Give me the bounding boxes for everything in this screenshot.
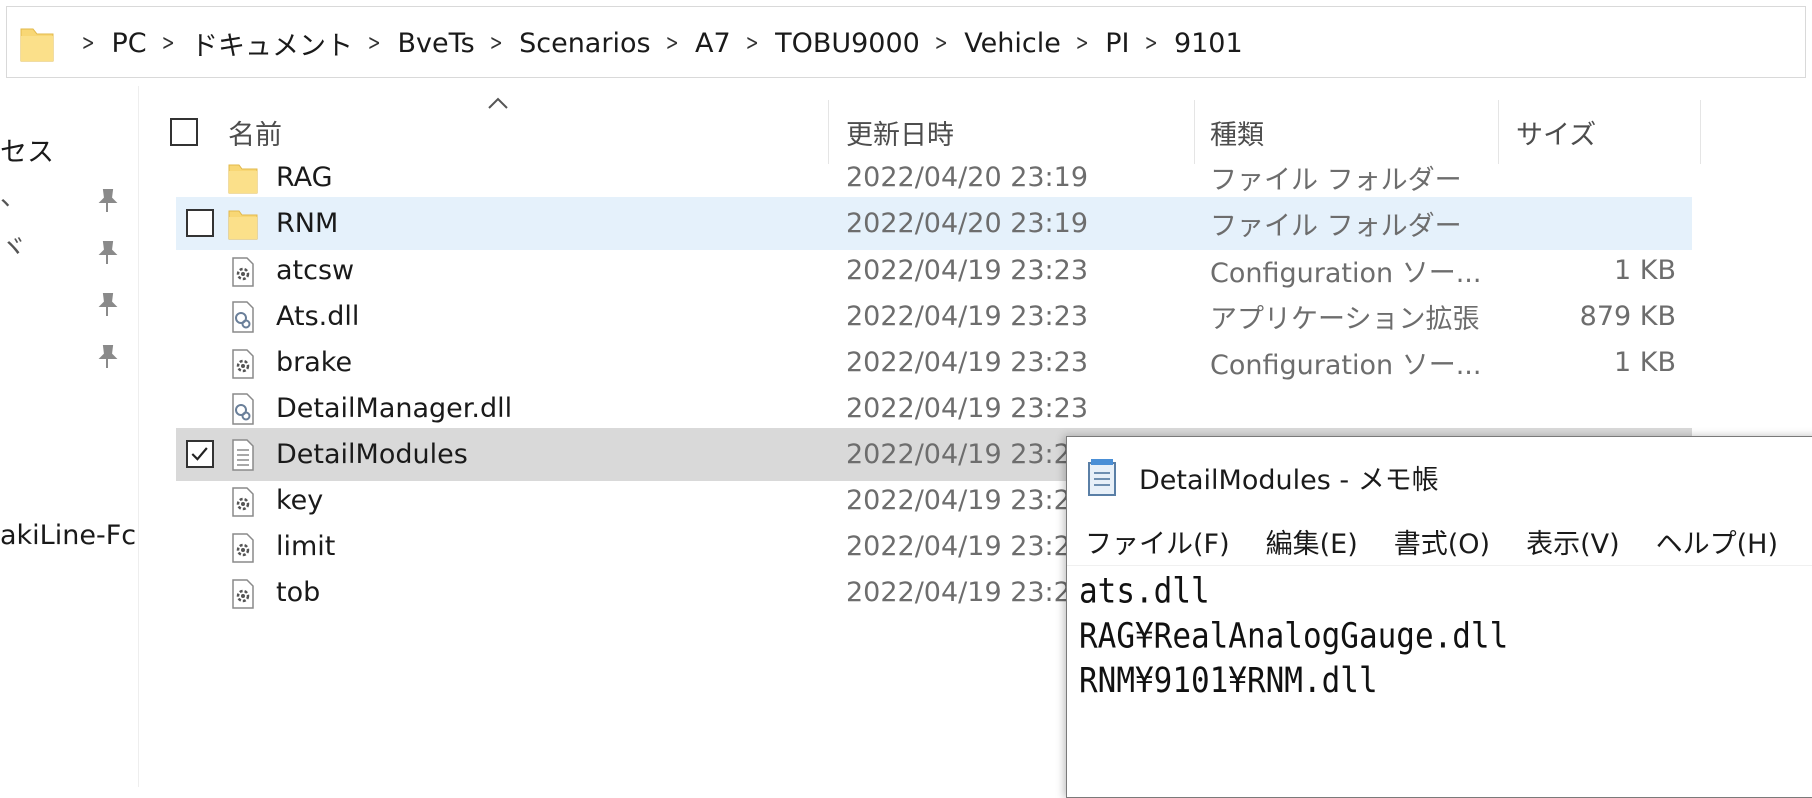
pin-icon[interactable] bbox=[96, 344, 118, 370]
select-all-checkbox[interactable] bbox=[170, 118, 198, 146]
text-file-icon bbox=[228, 436, 258, 474]
notepad-title-bar[interactable]: DetailModules - メモ帳 bbox=[1085, 457, 1439, 497]
config-file-icon bbox=[228, 252, 258, 290]
chevron-right-icon[interactable]: > bbox=[1076, 31, 1089, 56]
chevron-right-icon[interactable]: > bbox=[665, 31, 678, 56]
chevron-right-icon[interactable]: > bbox=[161, 31, 174, 56]
chevron-right-icon[interactable]: > bbox=[368, 31, 381, 56]
notepad-text-area[interactable]: ats.dll RAG¥RealAnalogGauge.dll RNM¥9101… bbox=[1079, 569, 1508, 703]
dll-file-icon bbox=[228, 390, 258, 428]
breadcrumb-item[interactable]: A7 bbox=[695, 28, 731, 59]
menu-file[interactable]: ファイル(F) bbox=[1085, 522, 1230, 561]
nav-item[interactable]: ヾ bbox=[0, 226, 27, 265]
row-checkbox[interactable] bbox=[186, 209, 214, 237]
text-line: ats.dll bbox=[1079, 571, 1210, 612]
pin-icon[interactable] bbox=[96, 240, 118, 266]
file-row[interactable]: RNM 2022/04/20 23:19 ファイル フォルダー bbox=[176, 197, 1692, 250]
menu-view[interactable]: 表示(V) bbox=[1526, 522, 1620, 561]
navigation-pane[interactable]: セス 、 ヾ akiLine-Fc bbox=[0, 86, 139, 787]
nav-quick-access[interactable]: セス bbox=[0, 130, 54, 169]
breadcrumb-item[interactable]: 9101 bbox=[1174, 28, 1243, 59]
folder-icon bbox=[228, 159, 258, 197]
breadcrumb-item[interactable]: PC bbox=[111, 28, 146, 59]
breadcrumb-item[interactable]: Scenarios bbox=[519, 28, 650, 59]
address-bar[interactable]: > PC > ドキュメント > BveTs > Scenarios > A7 > TOBU9000 > V… bbox=[6, 6, 1806, 78]
menu-format[interactable]: 書式(O) bbox=[1394, 522, 1490, 561]
chevron-right-icon[interactable]: > bbox=[745, 31, 758, 56]
notepad-title: DetailModules - メモ帳 bbox=[1139, 464, 1439, 496]
config-file-icon bbox=[228, 574, 258, 612]
breadcrumb: > PC > ドキュメント > BveTs > Scenarios > A7 > TOBU9000 > V… bbox=[67, 7, 1243, 79]
notepad-icon bbox=[1088, 459, 1116, 496]
chevron-right-icon[interactable]: > bbox=[935, 31, 948, 56]
file-name: tob bbox=[276, 577, 321, 608]
breadcrumb-item[interactable]: BveTs bbox=[397, 28, 474, 59]
breadcrumb-item[interactable]: TOBU9000 bbox=[775, 28, 920, 59]
row-checkbox[interactable] bbox=[186, 440, 214, 468]
nav-item[interactable]: 、 bbox=[0, 174, 27, 213]
chevron-right-icon[interactable]: > bbox=[1144, 31, 1157, 56]
notepad-window[interactable]: DetailModules - メモ帳 ファイル(F) 編集(E) 書式(O) … bbox=[1066, 436, 1812, 798]
breadcrumb-item[interactable]: ドキュメント bbox=[191, 24, 353, 63]
config-file-icon bbox=[228, 528, 258, 566]
column-divider[interactable] bbox=[1700, 100, 1701, 164]
config-file-icon bbox=[228, 344, 258, 382]
file-modified: 2022/04/19 23:23 bbox=[846, 577, 1089, 608]
checkmark-icon bbox=[191, 447, 208, 461]
breadcrumb-item[interactable]: PI bbox=[1105, 28, 1129, 59]
text-line: RNM¥9101¥RNM.dll bbox=[1079, 660, 1378, 702]
menu-edit[interactable]: 編集(E) bbox=[1266, 522, 1358, 561]
breadcrumb-item[interactable]: Vehicle bbox=[964, 28, 1061, 59]
pin-icon[interactable] bbox=[96, 188, 118, 214]
file-size bbox=[1426, 197, 1676, 250]
chevron-right-icon[interactable]: > bbox=[82, 31, 95, 56]
file-name: RNM bbox=[276, 208, 339, 239]
file-modified: 2022/04/20 23:19 bbox=[846, 208, 1089, 239]
chevron-right-icon[interactable]: > bbox=[489, 31, 502, 56]
nav-item-partial[interactable]: akiLine-Fc bbox=[0, 520, 136, 551]
config-file-icon bbox=[228, 482, 258, 520]
menu-divider bbox=[1067, 565, 1812, 566]
notepad-menu-bar: ファイル(F) 編集(E) 書式(O) 表示(V) ヘルプ(H) bbox=[1085, 519, 1812, 563]
folder-icon bbox=[20, 28, 54, 62]
folder-icon bbox=[228, 205, 258, 243]
text-line: RAG¥RealAnalogGauge.dll bbox=[1079, 616, 1509, 657]
menu-help[interactable]: ヘルプ(H) bbox=[1656, 522, 1778, 561]
pin-icon[interactable] bbox=[96, 292, 118, 318]
file-type: ファイル フォルダー bbox=[1210, 211, 1462, 242]
dll-file-icon bbox=[228, 298, 258, 336]
